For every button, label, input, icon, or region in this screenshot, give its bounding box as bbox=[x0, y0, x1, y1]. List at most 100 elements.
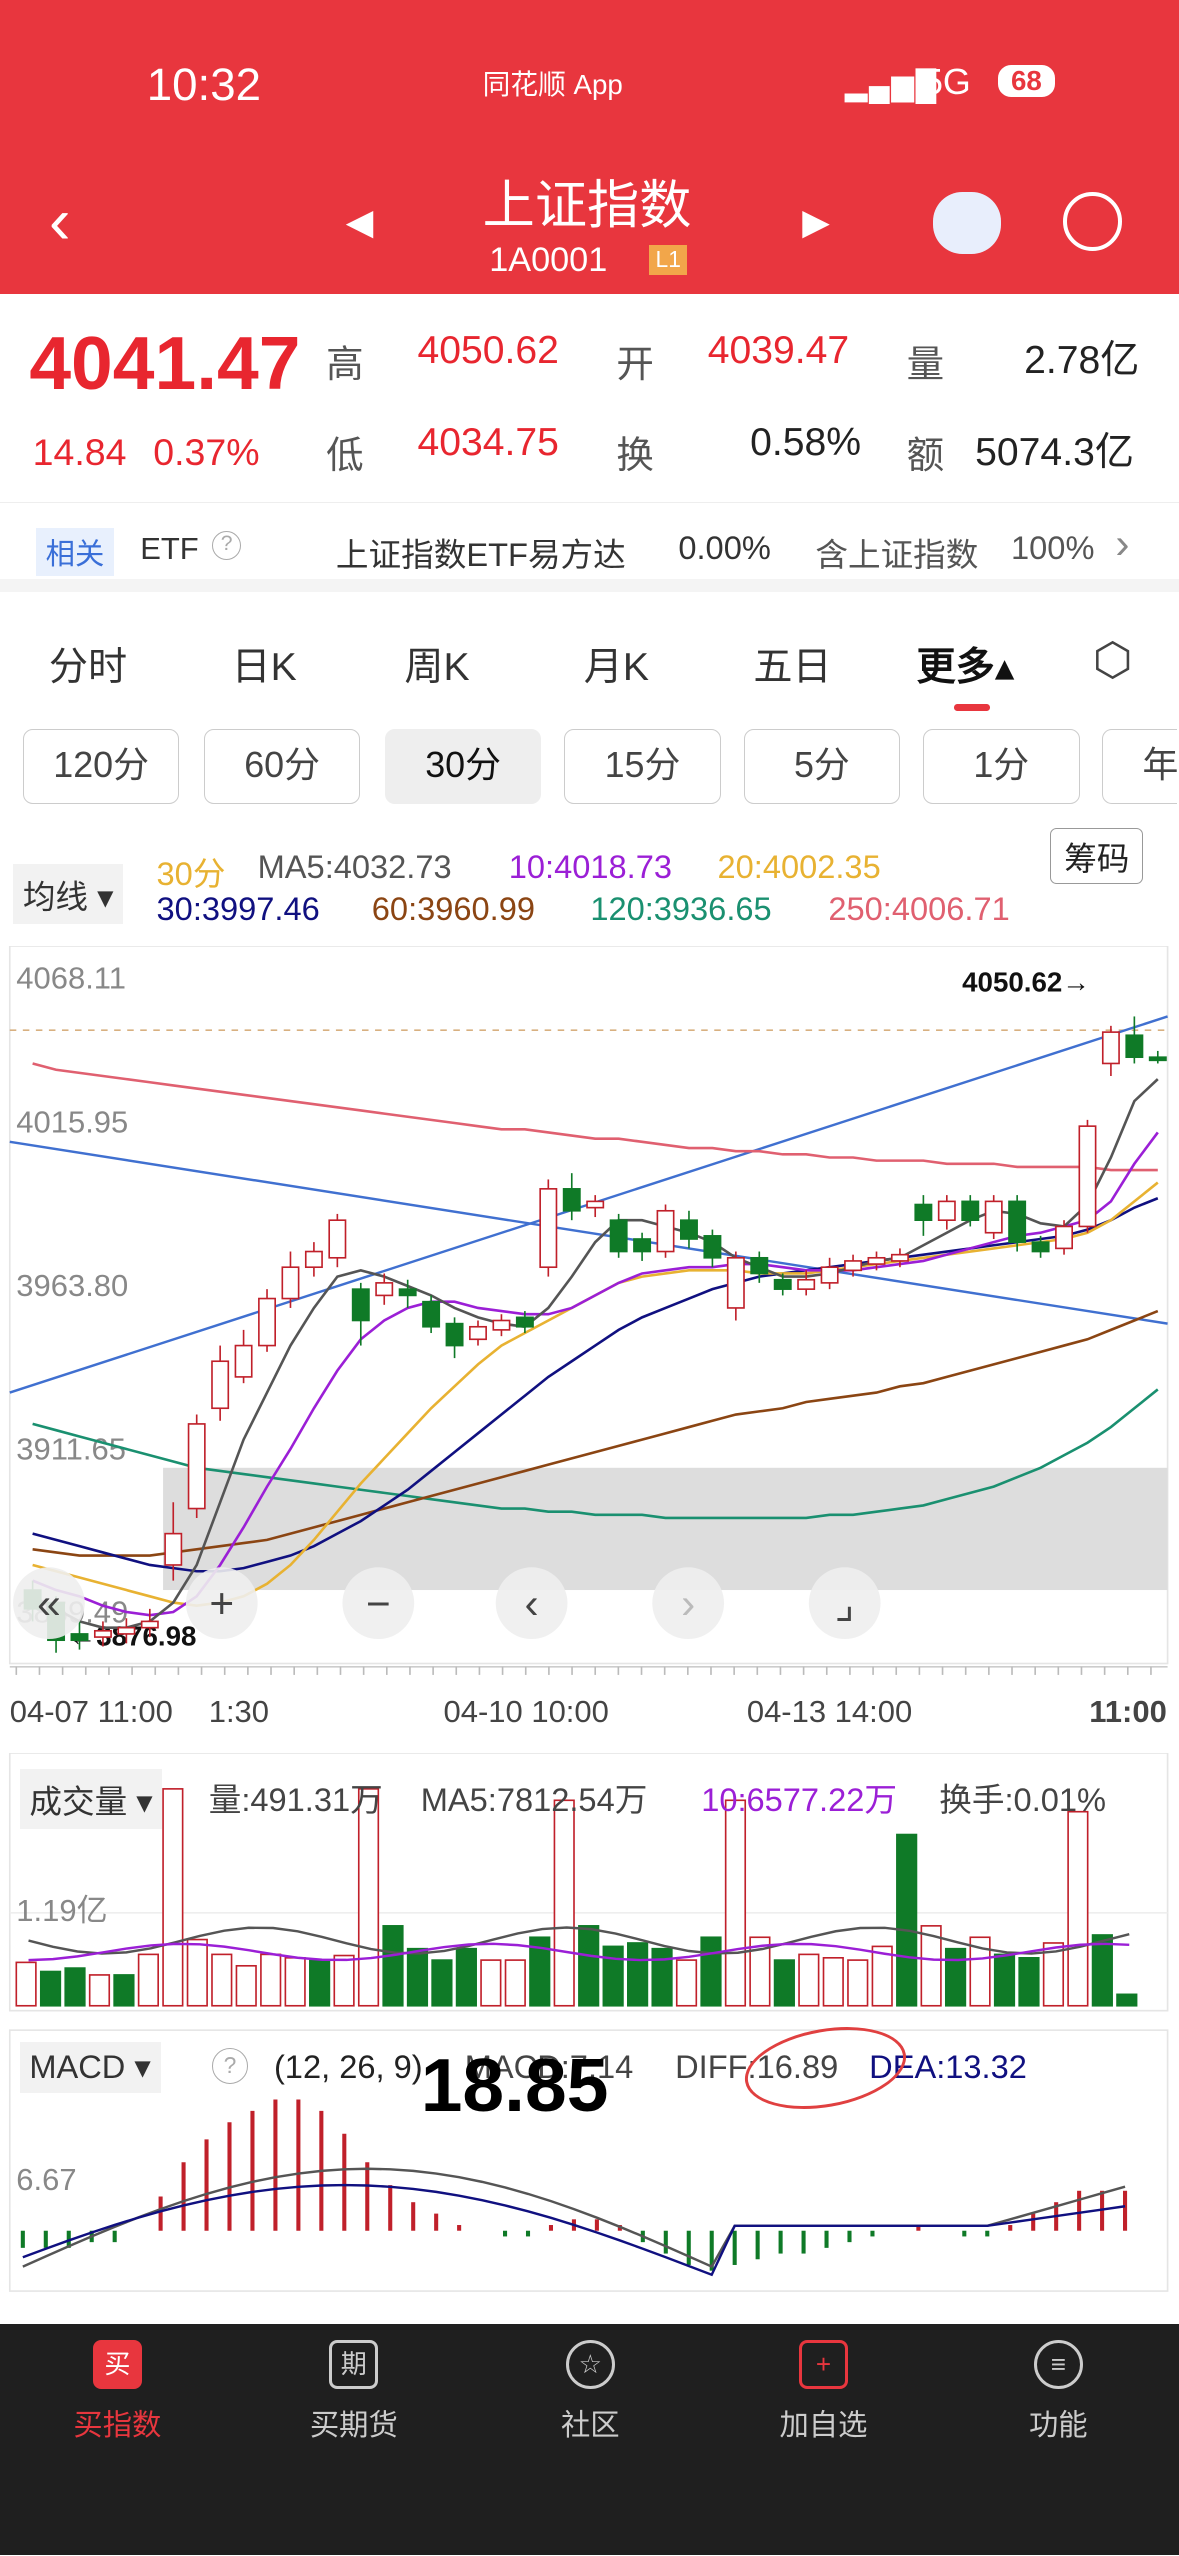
candle bbox=[351, 1288, 370, 1322]
volume-bar bbox=[602, 1945, 624, 2007]
search-icon[interactable] bbox=[1063, 192, 1122, 252]
period-year[interactable]: 年 bbox=[1102, 728, 1178, 804]
candle bbox=[164, 1532, 183, 1566]
volume-bar bbox=[553, 1799, 575, 2007]
macd-tick: 6.67 bbox=[16, 2162, 77, 2198]
ma60-value: 60:3960.99 bbox=[371, 890, 536, 928]
volume-bar bbox=[1067, 1810, 1089, 2007]
volume-bar bbox=[455, 1947, 477, 2007]
nav-label: 社区 bbox=[560, 2408, 620, 2442]
ma250-value: 250:4006.71 bbox=[828, 890, 1010, 928]
period-120[interactable]: 120分 bbox=[22, 728, 180, 804]
help-icon[interactable]: ? bbox=[211, 2048, 248, 2085]
tab-daily[interactable]: 日K bbox=[232, 636, 297, 692]
volume-bar bbox=[1116, 1993, 1138, 2007]
low-label: 低 bbox=[326, 433, 364, 476]
candle bbox=[515, 1316, 534, 1328]
nav-community[interactable]: ☆ 社区 bbox=[517, 2340, 664, 2444]
volume-ma5: MA5:7812.54万 bbox=[420, 1781, 648, 1819]
help-icon[interactable]: ? bbox=[211, 530, 242, 561]
volume-bar bbox=[675, 1959, 698, 2007]
volume-bar bbox=[382, 1925, 404, 2007]
futures-icon: 期 bbox=[329, 2340, 379, 2389]
candle bbox=[937, 1200, 956, 1221]
x-tick-label: 04-07 11:00 bbox=[10, 1694, 173, 1729]
candle bbox=[609, 1219, 628, 1253]
candle bbox=[422, 1300, 441, 1328]
period-5[interactable]: 5分 bbox=[743, 728, 901, 804]
volume-bar bbox=[480, 1959, 502, 2007]
volume-tick: 1.19亿 bbox=[16, 1893, 108, 1929]
tab-weekly[interactable]: 周K bbox=[404, 636, 469, 692]
period-30[interactable]: 30分 bbox=[384, 728, 542, 804]
nav-add-watchlist[interactable]: + 加自选 bbox=[750, 2340, 897, 2444]
level-badge: L1 bbox=[649, 244, 688, 275]
prev-icon[interactable]: ◀ bbox=[346, 202, 374, 243]
volume-bar bbox=[773, 1959, 795, 2007]
volume-bar bbox=[357, 1788, 380, 2007]
volume-bar bbox=[88, 1974, 111, 2007]
turnover-label: 换 bbox=[616, 433, 654, 476]
nav-buy-futures[interactable]: 期买期货 bbox=[280, 2340, 427, 2444]
nav-label: 功能 bbox=[1028, 2408, 1088, 2442]
candle bbox=[820, 1266, 839, 1284]
related-tag: 相关 bbox=[35, 527, 115, 577]
candle bbox=[398, 1288, 417, 1297]
next-icon[interactable]: ▶ bbox=[802, 202, 830, 243]
zoom-control-icon: « bbox=[37, 1580, 61, 1627]
nav-label: 买指数 bbox=[73, 2408, 162, 2442]
menu-icon: ≡ bbox=[1033, 2340, 1083, 2389]
buy-icon: 买 bbox=[92, 2340, 142, 2389]
candle bbox=[117, 1626, 136, 1635]
amount-label: 额 bbox=[906, 433, 945, 476]
related-etf-bar[interactable]: 相关 ETF ? 上证指数ETF易方达 0.00% 含上证指数 100% › bbox=[0, 502, 1179, 592]
volume-bar bbox=[578, 1925, 600, 2007]
status-time: 10:32 bbox=[146, 58, 261, 110]
header: 10:32 同花顺 App ▂▄▆█ 5G 68 ‹ ◀ 上证指数 1A0001… bbox=[0, 0, 1179, 294]
tab-more[interactable]: 更多▴ bbox=[916, 636, 1014, 692]
tab-monthly[interactable]: 月K bbox=[584, 636, 649, 692]
ma5-value: MA5:4032.73 bbox=[257, 847, 452, 885]
candle bbox=[234, 1344, 253, 1378]
volume-ma10: 10:6577.22万 bbox=[701, 1781, 898, 1819]
zoom-control-icon: ⌟ bbox=[835, 1580, 855, 1627]
nav-functions[interactable]: ≡ 功能 bbox=[985, 2340, 1132, 2444]
chip-zone bbox=[163, 1467, 1168, 1590]
volume-select[interactable]: 成交量 ▾ bbox=[19, 1769, 163, 1830]
candle bbox=[726, 1256, 745, 1309]
candle bbox=[1031, 1241, 1050, 1253]
ma-select[interactable]: 均线 ▾ bbox=[13, 864, 124, 925]
candle bbox=[375, 1281, 394, 1297]
volume-bar bbox=[113, 1974, 135, 2007]
period-1[interactable]: 1分 bbox=[922, 728, 1080, 804]
volume-bar bbox=[406, 1947, 429, 2007]
add-icon: + bbox=[799, 2340, 848, 2389]
period-60[interactable]: 60分 bbox=[203, 728, 361, 804]
candle bbox=[586, 1200, 605, 1209]
period-15[interactable]: 15分 bbox=[564, 728, 721, 804]
candle bbox=[773, 1278, 792, 1290]
volume-bar bbox=[993, 1953, 1016, 2007]
change-pct: 0.37% bbox=[153, 430, 260, 473]
candle bbox=[445, 1322, 464, 1347]
turnover-value: 0.58% bbox=[750, 420, 862, 464]
volume-bar bbox=[847, 1959, 869, 2007]
tab-intraday[interactable]: 分时 bbox=[49, 636, 127, 692]
chip-button[interactable]: 筹码 bbox=[1050, 828, 1144, 884]
back-icon[interactable]: ‹ bbox=[49, 183, 71, 258]
volume-current: 量:491.31万 bbox=[208, 1781, 383, 1819]
nav-buy-index[interactable]: 买买指数 bbox=[44, 2340, 191, 2444]
tab-five-day[interactable]: 五日 bbox=[753, 636, 831, 692]
high-label: 高 bbox=[326, 342, 364, 385]
y-tick-label: 3963.80 bbox=[16, 1268, 128, 1303]
candle bbox=[281, 1266, 300, 1300]
candlestick-chart[interactable]: 4068.114015.953963.803911.653859.494050.… bbox=[0, 945, 1179, 1745]
robot-icon[interactable] bbox=[932, 192, 1002, 255]
macd-select[interactable]: MACD ▾ bbox=[19, 2041, 161, 2093]
macd-params: (12, 26, 9) bbox=[273, 2048, 423, 2086]
candle bbox=[1148, 1056, 1167, 1061]
settings-icon[interactable]: ⬡ bbox=[1093, 633, 1133, 686]
volume-bar bbox=[651, 1947, 673, 2007]
zoom-control-icon: › bbox=[681, 1580, 695, 1627]
candle bbox=[656, 1209, 675, 1253]
